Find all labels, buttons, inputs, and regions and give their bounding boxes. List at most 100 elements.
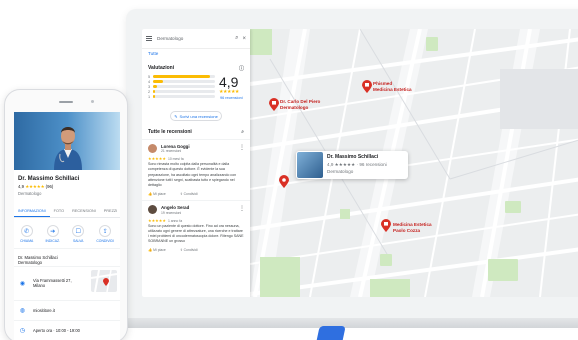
rating-value: 4,9 — [18, 184, 24, 189]
laptop-base — [120, 318, 578, 328]
directions-icon: ➔ — [46, 225, 59, 237]
tab-prezzi[interactable]: PREZZI — [100, 206, 120, 217]
tab-all[interactable]: Tutte — [142, 49, 250, 59]
review-stars: ★★★★★ 10 mesi fa — [148, 156, 244, 161]
rating-stars: ★★★★★ — [25, 184, 45, 189]
map-label-phismed: Phismed Medicina Estetica — [373, 81, 412, 92]
save-label: SALVA — [72, 239, 84, 243]
doctor-name: Dr. Massimo Schillaci — [18, 176, 80, 182]
hours-row[interactable]: ◷ Aperto ora · 10:00 - 19:00 — [14, 319, 120, 340]
avatar — [148, 205, 157, 215]
website-row[interactable]: ◍ miosititore.it — [14, 299, 120, 320]
map-pin-selected-icon[interactable] — [279, 175, 289, 188]
map-pin-medicina-estetica-icon[interactable] — [381, 219, 391, 232]
avatar — [148, 144, 157, 154]
map-label-dr-carlo: Dr. Carlo Del Piero Dermatologo — [280, 99, 321, 110]
share-button[interactable]: ⇪ Condividi — [180, 248, 198, 252]
rating-count[interactable]: (96) — [46, 184, 54, 189]
rating-bar-fill — [153, 80, 163, 83]
doctor-category: Dermatologo — [18, 191, 42, 196]
save-button[interactable]: ☐ SALVA — [72, 225, 85, 243]
address-text: Via Frammassetti 27, Milano — [33, 278, 72, 289]
rating-summary: 4,9 ★★★★★ (96) — [14, 182, 120, 190]
all-reviews-title: Tutte le recensioni — [148, 129, 192, 135]
edit-icon: ✎ — [174, 113, 178, 119]
laptop-screen: Dr. Carlo Del Piero Dermatologo Phismed … — [142, 29, 578, 297]
search-reviews-icon[interactable]: ⌕ — [241, 129, 244, 135]
like-button[interactable]: 👍 Mi piace — [148, 192, 166, 196]
rating-bar-fill — [153, 95, 155, 98]
search-icon[interactable]: ⌕ — [235, 35, 238, 42]
directions-label: INDICAZ. — [45, 239, 60, 243]
rating-bar-fill — [153, 90, 155, 93]
more-options-icon[interactable]: ⋮ — [239, 205, 245, 212]
directions-button[interactable]: ➔ INDICAZ. — [45, 225, 60, 243]
map-label-medicina-estetica: Medicina Estetica Paolo Cozza — [393, 222, 432, 233]
action-buttons: ✆ CHIAMA ➔ INDICAZ. ☐ SALVA ⇪ CONDIVIDI — [14, 218, 120, 248]
globe-icon: ◍ — [19, 307, 26, 314]
write-review-button[interactable]: ✎ Scrivi una recensione — [170, 111, 222, 121]
map-pin-phismed-icon[interactable] — [362, 80, 372, 93]
review-count-link[interactable]: 96 recensioni — [220, 96, 243, 100]
website-text[interactable]: miosititore.it — [33, 308, 55, 313]
call-label: CHIAMA — [20, 239, 34, 243]
doctor-portrait — [54, 127, 82, 170]
clock-icon: ◷ — [19, 327, 26, 334]
write-review-label: Scrivi una recensione — [179, 113, 218, 119]
like-label: Mi piace — [153, 248, 166, 253]
share-button[interactable]: ⇪ Condividi — [180, 192, 198, 196]
share-button[interactable]: ⇪ CONDIVIDI — [96, 225, 114, 243]
place-card-rating: 4,9 ★★★★★ · 96 recensioni — [327, 161, 387, 167]
like-button[interactable]: 👍 Mi piace — [148, 248, 166, 252]
call-button[interactable]: ✆ CHIAMA — [20, 225, 33, 243]
close-icon[interactable]: × — [242, 36, 246, 42]
business-name-block: Dr. Massimo Schillaci Dermatologo — [14, 248, 120, 266]
review-stars: ★★★★★ 1 anno fa — [148, 218, 244, 223]
tab-recensioni[interactable]: RECENSIONI — [68, 206, 100, 217]
rating-bar-fill — [153, 75, 211, 78]
all-reviews-header: Tutte le recensioni ⌕ — [142, 121, 250, 139]
reviews-panel: Dermatologo ⌕ × Tutte Valutazioni ⓘ 5 4 — [142, 29, 250, 297]
reviewer-name[interactable]: Angelo Serad — [161, 205, 189, 210]
rating-distribution: 5 4 3 2 1 4,9 ★★★★★ 96 recensioni — [142, 74, 250, 108]
map-place-card[interactable]: Dr. Massimo Schillaci 4,9 ★★★★★ · 96 rec… — [296, 151, 408, 179]
average-score: 4,9 — [219, 74, 239, 90]
ratings-summary-header: Valutazioni ⓘ — [142, 59, 250, 74]
rating-bar-fill — [153, 85, 157, 88]
average-stars: ★★★★★ — [219, 89, 239, 95]
place-thumbnail — [297, 152, 323, 178]
review-stars-glyphs: ★★★★★ — [148, 156, 166, 162]
phone-camera — [91, 100, 94, 103]
tab-informazioni[interactable]: INFORMAZIONI — [14, 206, 50, 217]
profile-photo[interactable] — [14, 112, 120, 170]
place-card-category: Dermatologo — [327, 168, 354, 174]
review-item: ⋮ Lorena Goggi 21 recensioni ★★★★★ 10 mes… — [142, 139, 250, 200]
hours-text: Aperto ora · 10:00 - 19:00 — [33, 327, 80, 333]
reviewer-stats: 21 recensioni — [161, 149, 182, 154]
review-text: Sono rimasta molto colpita dalla persona… — [148, 162, 237, 188]
map-pin-dr-carlo-icon[interactable] — [269, 98, 279, 111]
search-bar[interactable]: Dermatologo ⌕ × — [142, 29, 250, 49]
address-row[interactable]: ◉ Via Frammassetti 27, Milano — [14, 265, 120, 300]
bookmark-icon: ☐ — [72, 225, 85, 237]
review-stars-glyphs: ★★★★★ — [148, 217, 166, 223]
map-area[interactable]: Dr. Carlo Del Piero Dermatologo Phismed … — [250, 29, 578, 297]
ratings-summary-title: Valutazioni — [148, 65, 175, 71]
info-icon[interactable]: ⓘ — [239, 65, 244, 72]
more-options-icon[interactable]: ⋮ — [239, 144, 245, 151]
review-time: 1 anno fa — [167, 218, 183, 223]
menu-icon[interactable] — [146, 36, 152, 41]
share-icon: ⇪ — [99, 225, 112, 237]
like-label: Mi piace — [153, 192, 166, 197]
share-label: CONDIVIDI — [96, 239, 114, 243]
phone-icon: ✆ — [20, 225, 33, 237]
mini-map[interactable] — [91, 269, 117, 292]
location-pin-icon: ◉ — [19, 280, 26, 287]
search-input[interactable]: Dermatologo — [157, 36, 231, 41]
reviewer-stats: 19 recensioni — [161, 210, 182, 215]
phone-screen: Dr. Massimo Schillaci 4,9 ★★★★★ (96) Der… — [14, 112, 120, 340]
tab-foto[interactable]: FOTO — [50, 206, 68, 217]
laptop-frame: Dr. Carlo Del Piero Dermatologo Phismed … — [126, 9, 578, 321]
phone-speaker — [59, 101, 73, 103]
phone-frame: Dr. Massimo Schillaci 4,9 ★★★★★ (96) Der… — [4, 89, 128, 340]
